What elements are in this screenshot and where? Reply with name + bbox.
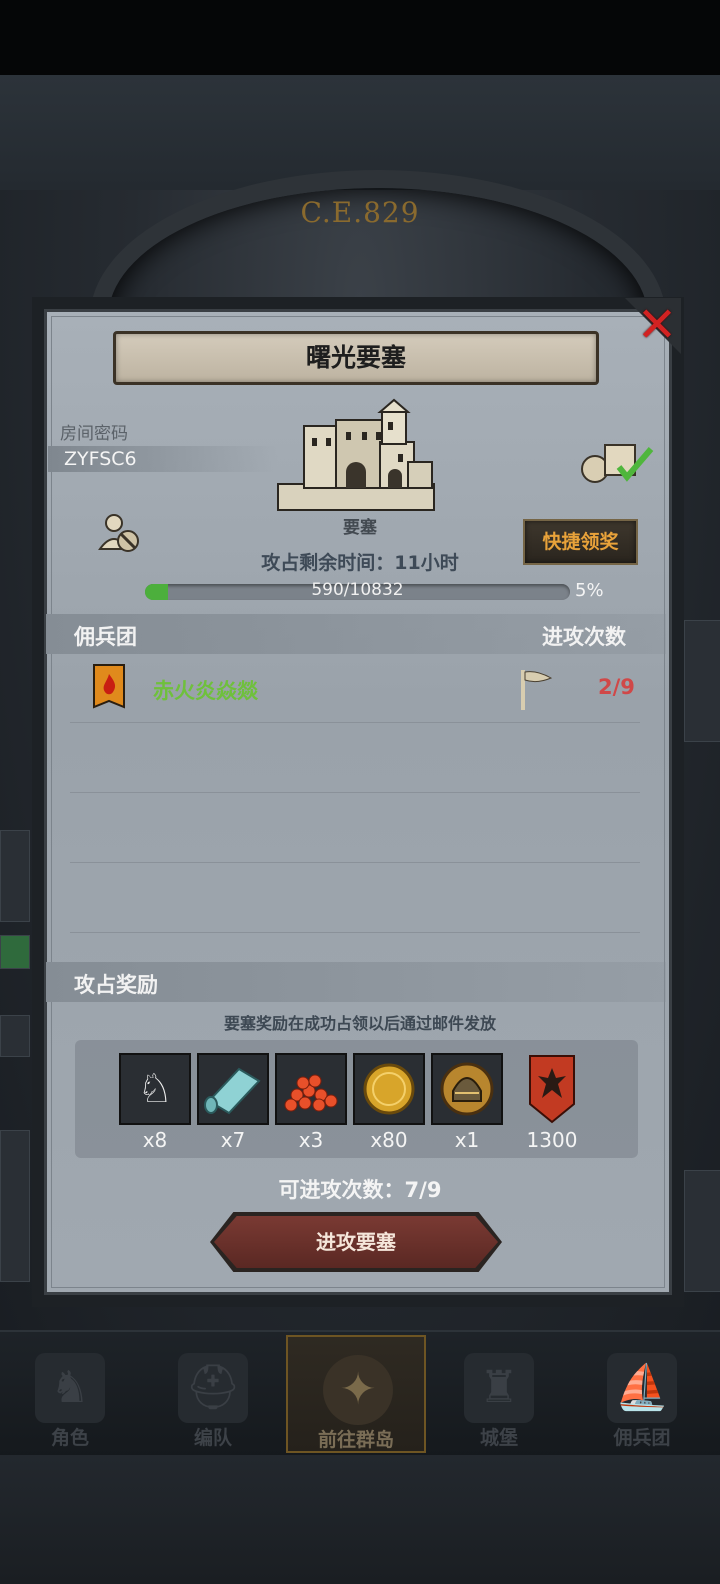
close-icon[interactable]: ✕ (634, 301, 680, 349)
reward-slot-helmet[interactable] (431, 1053, 503, 1125)
banner-icon[interactable] (528, 1054, 576, 1124)
guild-attack-count: 2/9 (598, 675, 635, 699)
time-remaining: 攻占剩余时间：11小时 (261, 552, 459, 574)
nav-castle-label: 城堡 (479, 1427, 518, 1449)
nav-role[interactable]: ♞ 角色 (0, 1335, 140, 1453)
helmet-nav-icon: ⛑ (178, 1353, 248, 1423)
room-code-value: ZYFSC6 (64, 448, 137, 470)
castle-nav-icon: ♜ (464, 1353, 534, 1423)
dialog-title: 曙光要塞 (305, 343, 406, 372)
bottom-area (0, 1455, 720, 1584)
reward-qty: x80 (370, 1128, 408, 1152)
nav-formation[interactable]: ⛑ 编队 (143, 1335, 283, 1453)
supply-check-icon[interactable] (579, 437, 659, 485)
reward-section-title: 攻占奖励 (74, 973, 158, 997)
nav-islands[interactable]: ✦ 前往群岛 (286, 1335, 426, 1453)
row-divider (70, 792, 640, 793)
left-side-panel[interactable] (0, 1130, 30, 1282)
right-side-widget[interactable] (684, 620, 720, 742)
room-code-label: 房间密码 (60, 424, 128, 444)
remaining-attacks: 可进攻次数：7/9 (278, 1178, 442, 1202)
reward-qty: x7 (220, 1128, 246, 1152)
nav-formation-label: 编队 (193, 1427, 232, 1449)
attack-count-column-label: 进攻次数 (542, 625, 626, 649)
reward-slot-cloth[interactable] (197, 1053, 269, 1125)
era-label: C.E.829 (300, 196, 420, 229)
capture-progress-percent: 5% (575, 580, 604, 601)
top-status-area (0, 0, 720, 75)
room-code-field: ZYFSC6 (48, 446, 278, 472)
gold-coin-icon (363, 1063, 415, 1115)
guild-name[interactable]: 赤火炎焱燚 (153, 675, 258, 705)
reward-qty: x3 (298, 1128, 324, 1152)
compass-icon: ✦ (323, 1355, 393, 1425)
knight-icon: ♞ (35, 1353, 105, 1423)
reward-qty: x1 (454, 1128, 480, 1152)
guild-flame-badge-icon (93, 664, 125, 709)
fortress-illustration (277, 398, 435, 511)
attack-fortress-button[interactable]: 进攻要塞 (214, 1216, 498, 1268)
helmet-icon (440, 1062, 494, 1116)
horse-icon: ♘ (137, 1066, 173, 1112)
cloth-icon (204, 1067, 261, 1115)
reward-slot-horse[interactable]: ♘ (119, 1053, 191, 1125)
row-divider (70, 862, 640, 863)
flag-icon (521, 670, 553, 710)
row-divider (70, 722, 640, 723)
nav-guild[interactable]: ⛵ 佣兵团 (572, 1335, 712, 1453)
reward-slot-roe[interactable] (275, 1053, 347, 1125)
left-side-widget[interactable] (0, 830, 30, 922)
guild-column-label: 佣兵团 (74, 625, 137, 649)
capture-progress-text: 590/10832 (311, 580, 404, 600)
left-side-tab[interactable] (0, 935, 30, 969)
reward-qty: x8 (142, 1128, 168, 1152)
reward-slot-gold[interactable] (353, 1053, 425, 1125)
nav-castle[interactable]: ♜ 城堡 (429, 1335, 569, 1453)
ship-icon: ⛵ (607, 1353, 677, 1423)
reward-qty: 1300 (526, 1128, 578, 1152)
nav-role-label: 角色 (50, 1427, 89, 1449)
roe-icon (284, 1074, 338, 1112)
reward-note: 要塞奖励在成功占领以后通过邮件发放 (223, 1014, 496, 1033)
nav-guild-label: 佣兵团 (613, 1427, 671, 1449)
nav-islands-label: 前往群岛 (317, 1429, 394, 1451)
row-divider (70, 932, 640, 933)
